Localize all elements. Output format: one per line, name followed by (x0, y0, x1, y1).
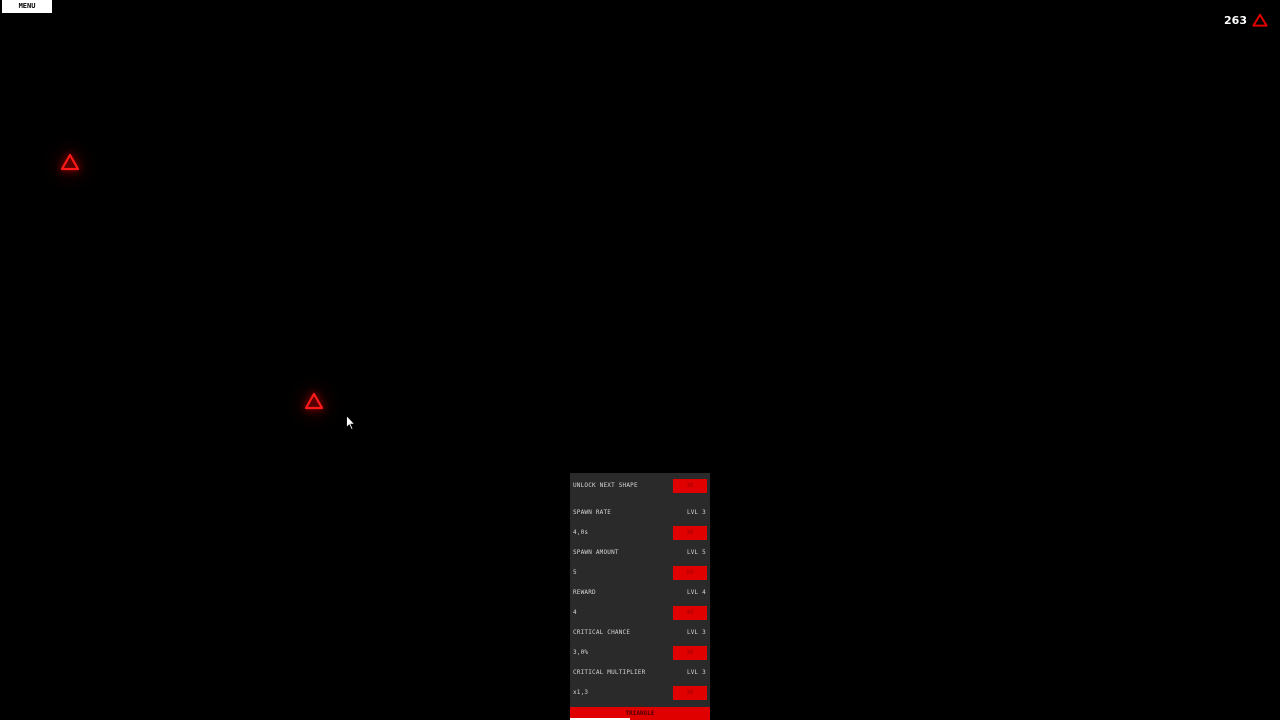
upgrade-header-reward: REWARD LVL 4 (570, 583, 710, 603)
upgrade-header-spawn-rate: SPAWN RATE LVL 3 (570, 503, 710, 523)
upgrade-spawn-rate-button[interactable]: 30 (673, 526, 707, 540)
upgrade-value: x1,3 (573, 689, 589, 696)
upgrade-value: 5 (573, 569, 577, 576)
upgrade-level: LVL 4 (686, 589, 706, 596)
upgrade-row-spawn-amount: 5 50 (570, 563, 710, 583)
triangle-icon (304, 392, 324, 410)
currency-amount: 263 (1224, 13, 1247, 27)
shape-tab-label: TRIANGLE (625, 710, 655, 717)
currency-counter: 263 (1224, 11, 1268, 29)
upgrade-level: LVL 3 (686, 669, 706, 676)
mouse-cursor-icon (346, 415, 356, 431)
triangle-icon (60, 153, 80, 171)
upgrade-name: REWARD (573, 589, 596, 596)
game-field[interactable]: MENU 263 UNLOCK NEXT SHAPE 1K SPAWN RATE (0, 0, 1280, 720)
upgrade-row-spawn-rate: 4,0s 30 (570, 523, 710, 543)
upgrade-panel: UNLOCK NEXT SHAPE 1K SPAWN RATE LVL 3 4,… (570, 473, 710, 720)
unlock-next-shape-button[interactable]: 1K (673, 479, 707, 493)
upgrade-value: 4 (573, 609, 577, 616)
upgrade-header-spawn-amount: SPAWN AMOUNT LVL 5 (570, 543, 710, 563)
upgrade-spawn-amount-button[interactable]: 50 (673, 566, 707, 580)
triangle-shape[interactable] (59, 152, 81, 172)
triangle-shape[interactable] (303, 391, 325, 411)
triangle-icon (1252, 13, 1268, 27)
upgrade-row-critical-chance: 3,0% 30 (570, 643, 710, 663)
upgrade-row-reward: 4 40 (570, 603, 710, 623)
upgrade-header-critical-multiplier: CRITICAL MULTIPLIER LVL 3 (570, 663, 710, 683)
upgrade-level: LVL 5 (686, 549, 706, 556)
upgrade-level: LVL 3 (686, 629, 706, 636)
upgrade-name: SPAWN AMOUNT (573, 549, 619, 556)
upgrade-critical-chance-button[interactable]: 30 (673, 646, 707, 660)
unlock-label: UNLOCK NEXT SHAPE (573, 482, 638, 489)
upgrade-name: CRITICAL CHANCE (573, 629, 631, 636)
unlock-row: UNLOCK NEXT SHAPE 1K (570, 476, 710, 496)
upgrade-value: 4,0s (573, 529, 589, 536)
upgrade-row-critical-multiplier: x1,3 30 (570, 683, 710, 703)
upgrade-level: LVL 3 (686, 509, 706, 516)
upgrade-value: 3,0% (573, 649, 589, 656)
upgrade-name: SPAWN RATE (573, 509, 612, 516)
upgrade-reward-button[interactable]: 40 (673, 606, 707, 620)
upgrade-critical-multiplier-button[interactable]: 30 (673, 686, 707, 700)
upgrade-name: CRITICAL MULTIPLIER (573, 669, 646, 676)
upgrade-header-critical-chance: CRITICAL CHANCE LVL 3 (570, 623, 710, 643)
shape-tab-triangle[interactable]: TRIANGLE (570, 707, 710, 720)
menu-button[interactable]: MENU (2, 0, 52, 13)
